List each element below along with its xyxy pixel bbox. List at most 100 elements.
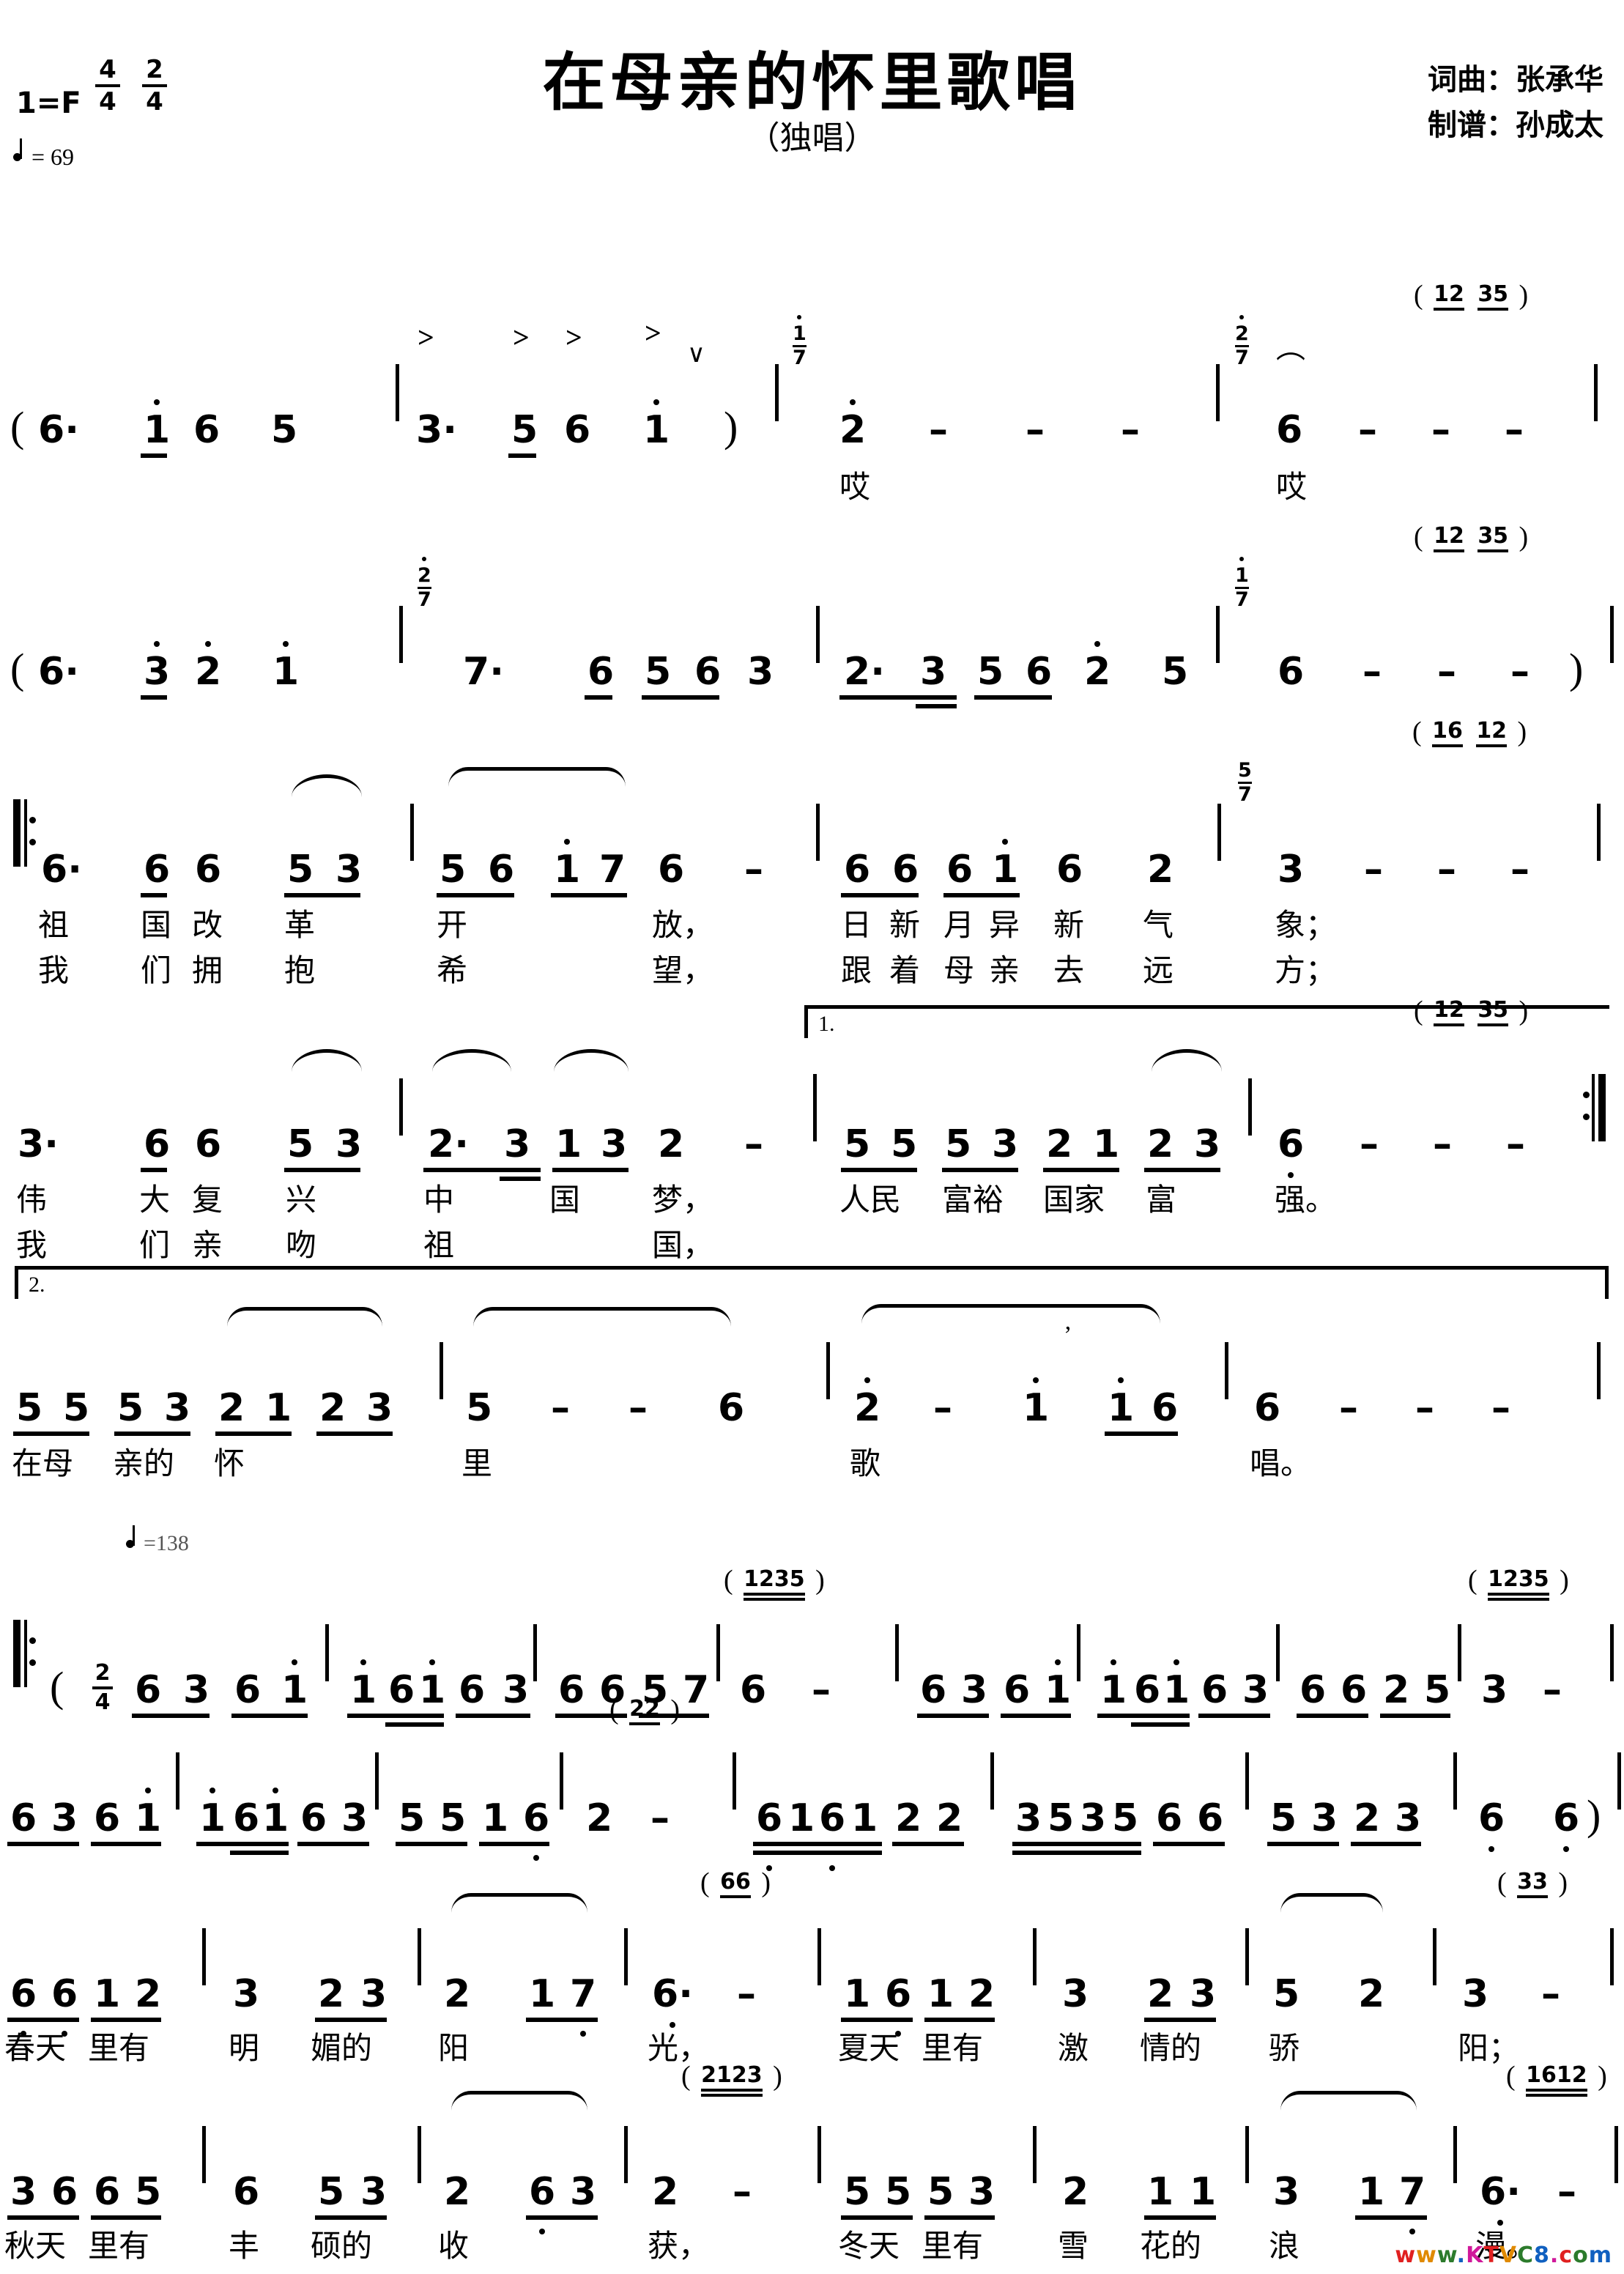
note: 3 [335,848,363,892]
sustain-dash: – [1505,408,1524,452]
beam [943,893,1020,897]
staff-line-5: 2. 5 5 5 3 2 1 2 3 5 – – 6 2 – 1 ’ 1 6 6… [0,1266,1624,1481]
sustain-dash: – [744,848,763,892]
note: 6 [195,848,222,892]
slur [1152,1049,1222,1072]
lyrics-row-verse1: 祖 国 改 革 开 放， 日 新 月 异 新 气 象； [0,900,1624,943]
sustain-dash: – [1364,848,1383,892]
time-signature-1: 4 4 [95,57,120,114]
lyric-syllable: 祖 [38,909,70,943]
note: 1 [144,399,170,449]
beam [924,2215,995,2220]
barline [1610,1624,1614,1681]
note: 3 [1080,1796,1107,1840]
slur [1280,1893,1383,1913]
barline [410,804,414,861]
grace-beam [1477,1023,1509,1026]
beam [396,1842,467,1846]
note: 2 [658,1122,685,1166]
lyric-syllable: 吻 [286,1229,317,1263]
lyric-syllable: 兴 [286,1184,317,1218]
barline [1617,1752,1621,1810]
beam-secondary [1131,1722,1190,1727]
appoggiatura: 1 7 [1235,557,1249,610]
sustain-dash: – [1415,1386,1434,1430]
note: 6 [488,848,515,892]
grace-beam [629,1722,660,1725]
note: 3 [920,650,947,694]
barline [1248,1078,1252,1136]
repeat-start-barline [13,1620,36,1687]
octave-dot-high [283,641,289,647]
sustain-dash: – [1510,650,1530,694]
note: 1 [1147,2170,1174,2214]
sustain-dash: – [1437,650,1456,694]
note: 1 [1100,1659,1127,1709]
tempo-value-2: =138 [144,1531,189,1555]
note: 3 [1462,1972,1489,2016]
beam [1144,2018,1216,2022]
note: 2 [652,2170,679,2214]
note: 3 [570,2170,597,2214]
sustain-dash: – [1431,408,1450,452]
beam [315,2215,387,2220]
notes-row: 6 6 1 2 3 2 3 2 1 7 6· – ( 66 ) 1 6 1 2 … [0,1869,1624,2037]
lyric-syllable: 人民 [839,1184,902,1218]
barline [1594,364,1598,421]
open-paren: ( [10,403,25,451]
grace-beam [701,2089,763,2092]
note: 6 [1478,1799,1505,1852]
beam-secondary [753,1851,882,1855]
grace-beam [1526,2089,1587,2092]
breath-mark: ’ [1064,1322,1072,1349]
note: 3 [1062,1972,1089,2016]
close-paren: ) [724,403,738,451]
note: 1 [94,1972,121,2016]
beam [551,893,627,897]
note: 6 [1026,650,1053,694]
note: 5 [1270,1796,1297,1840]
sustain-dash: – [629,1386,648,1430]
note: 5 [844,1122,871,1166]
lyric-syllable: 里有 [922,2230,984,2264]
note: 6 [51,2170,78,2214]
lyric-syllable: 去 [1053,955,1085,988]
beam [423,1168,541,1172]
lyrics-row: 秋天 里有 丰 硕的 收 获， 冬天 里有 雪 花的 浪 漫。 [0,2221,1624,2264]
grace-beam [744,1593,805,1596]
note: 5 [287,1122,314,1166]
note: 3 [503,1668,530,1712]
lyric-syllable: 国家 [1043,1184,1105,1218]
notes-row: ( 6· 3 2 1 2 7 7· 6 5 6 3 2· 3 5 6 2 5 1… [0,523,1624,708]
note: 5 [1112,1796,1139,1840]
note: 1 [844,1972,871,2016]
appoggiatura: 2 7 [418,557,431,610]
octave-dot-high [1033,1377,1039,1383]
lyrics-row: 哎 哎 [0,462,1624,505]
lyric-syllable: 抱 [284,955,316,988]
lyric-syllable: 气 [1143,909,1174,943]
barline [396,364,399,421]
grace-beam-secondary [701,2094,763,2097]
note: 6 [10,1975,37,2037]
beam [132,1714,210,1718]
note: 6 [1056,848,1083,892]
note: 5 [1048,1796,1075,1840]
lyric-syllable: 里有 [88,2230,150,2264]
beam [839,695,957,700]
grace-note-group: ( 1235 ) [1468,1566,1569,1601]
barline [1216,364,1220,421]
note: 2 [444,2170,471,2214]
note: 1 [1108,1377,1134,1427]
note: 3 [335,1122,363,1166]
staff-line-9: 3 6 6 5 6 5 3 2 6 3 2 – ( 2123) 5 5 5 3… [0,2062,1624,2264]
note: 6· [41,848,82,892]
lyric-syllable: 我 [16,1229,48,1263]
octave-dot-high [272,1788,279,1793]
barline [624,2126,628,2183]
barline [816,606,820,663]
note: 6 [587,650,615,694]
slur [451,2091,587,2111]
open-paren: ( [10,645,25,692]
note: 6 [564,408,591,452]
